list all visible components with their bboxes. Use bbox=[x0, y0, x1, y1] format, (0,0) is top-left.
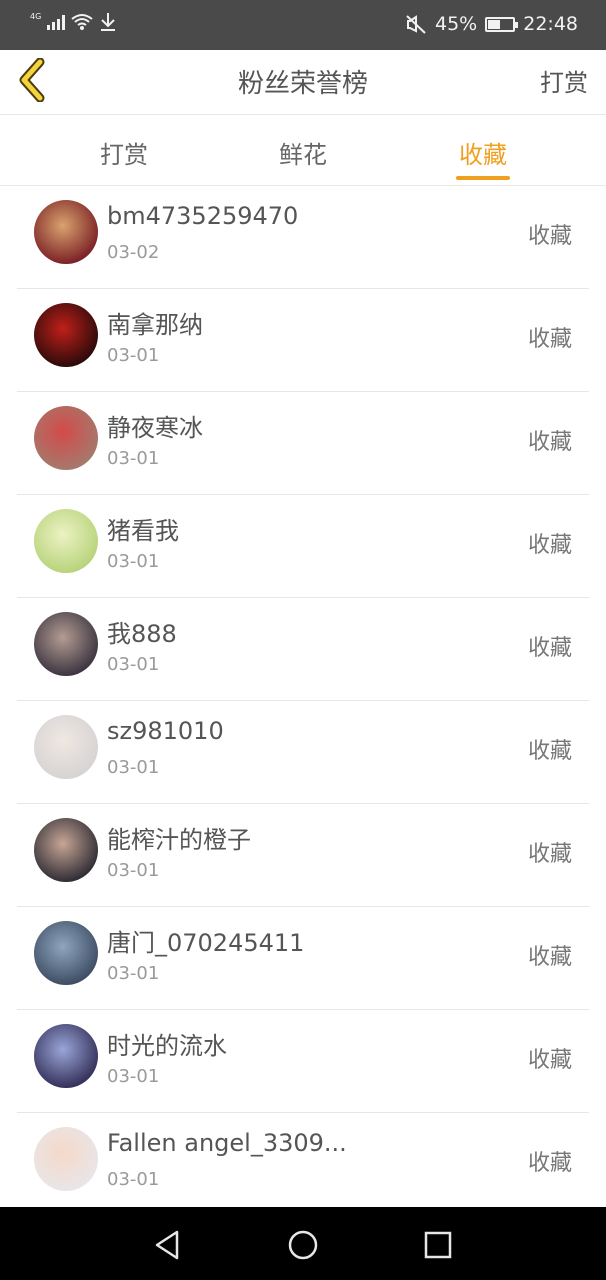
favorite-label: 收藏 bbox=[527, 224, 572, 249]
avatar bbox=[34, 612, 98, 676]
list-item[interactable]: 能榨汁的橙子 03-01 收藏 bbox=[17, 804, 589, 907]
header-bar: 粉丝荣誉榜 打赏 bbox=[0, 50, 606, 115]
list-item[interactable]: 猪看我 03-01 收藏 bbox=[17, 495, 589, 598]
user-name: sz981010 bbox=[107, 717, 224, 745]
page-title: 粉丝荣誉榜 bbox=[237, 69, 368, 99]
date: 03-01 bbox=[107, 757, 160, 778]
user-name: Fallen angel_3309... bbox=[107, 1129, 347, 1157]
tab-bar: 打赏 鲜花 收藏 bbox=[0, 115, 606, 186]
list-item[interactable]: 南拿那纳 03-01 收藏 bbox=[17, 289, 589, 392]
user-name: 唐门_070245411 bbox=[107, 929, 305, 957]
user-name: 我888 bbox=[107, 620, 177, 648]
date: 03-01 bbox=[107, 345, 160, 366]
date: 03-01 bbox=[107, 448, 160, 469]
list-item[interactable]: 时光的流水 03-01 收藏 bbox=[17, 1010, 589, 1113]
date: 03-02 bbox=[107, 242, 160, 263]
date: 03-01 bbox=[107, 860, 160, 881]
square-recents-icon bbox=[424, 1231, 452, 1259]
favorite-label: 收藏 bbox=[527, 636, 572, 661]
tab-reward[interactable]: 打赏 bbox=[64, 135, 184, 170]
fan-list: bm4735259470 03-02 收藏 南拿那纳 03-01 收藏 静夜寒冰… bbox=[0, 186, 606, 1215]
date: 03-01 bbox=[107, 1066, 160, 1087]
avatar bbox=[34, 200, 98, 264]
user-name: bm4735259470 bbox=[107, 202, 299, 230]
favorite-label: 收藏 bbox=[527, 533, 572, 558]
avatar bbox=[34, 406, 98, 470]
avatar bbox=[34, 715, 98, 779]
date: 03-01 bbox=[107, 963, 160, 984]
favorite-label: 收藏 bbox=[527, 1048, 572, 1073]
status-left: 4G bbox=[30, 12, 117, 32]
list-item[interactable]: 我888 03-01 收藏 bbox=[17, 598, 589, 701]
avatar bbox=[34, 1024, 98, 1088]
user-name: 能榨汁的橙子 bbox=[107, 826, 251, 854]
list-item[interactable]: 唐门_070245411 03-01 收藏 bbox=[17, 907, 589, 1010]
user-name: 静夜寒冰 bbox=[107, 414, 203, 442]
favorite-label: 收藏 bbox=[527, 430, 572, 455]
favorite-label: 收藏 bbox=[527, 1151, 572, 1176]
network-type: 4G bbox=[30, 11, 42, 21]
avatar bbox=[34, 818, 98, 882]
status-bar: 4G 45% 22:48 bbox=[0, 0, 606, 50]
battery-icon bbox=[485, 16, 519, 32]
list-item[interactable]: Fallen angel_3309... 03-01 收藏 bbox=[17, 1113, 589, 1215]
nav-home-button[interactable] bbox=[283, 1225, 323, 1265]
avatar bbox=[34, 303, 98, 367]
download-icon bbox=[101, 13, 116, 31]
nav-back-button[interactable] bbox=[148, 1225, 188, 1265]
status-right: 45% 22:48 bbox=[405, 13, 578, 35]
list-item[interactable]: sz981010 03-01 收藏 bbox=[17, 701, 589, 804]
favorite-label: 收藏 bbox=[527, 739, 572, 764]
active-tab-indicator bbox=[456, 176, 510, 180]
user-name: 南拿那纳 bbox=[107, 311, 203, 339]
avatar bbox=[34, 921, 98, 985]
tab-flowers[interactable]: 鲜花 bbox=[243, 135, 363, 170]
battery-percent: 45% bbox=[435, 13, 478, 35]
date: 03-01 bbox=[107, 654, 160, 675]
avatar bbox=[34, 509, 98, 573]
wifi-icon bbox=[71, 14, 93, 30]
user-name: 猪看我 bbox=[107, 517, 179, 545]
mute-icon bbox=[406, 15, 426, 34]
tab-favorites[interactable]: 收藏 bbox=[423, 135, 543, 170]
clock: 22:48 bbox=[523, 13, 578, 35]
circle-home-icon bbox=[288, 1230, 318, 1260]
list-item[interactable]: 静夜寒冰 03-01 收藏 bbox=[17, 392, 589, 495]
nav-recents-button[interactable] bbox=[418, 1225, 458, 1265]
favorite-label: 收藏 bbox=[527, 842, 572, 867]
system-navigation-bar bbox=[0, 1207, 606, 1280]
triangle-back-icon bbox=[155, 1230, 179, 1260]
cellular-signal-icon bbox=[47, 14, 66, 30]
list-item[interactable]: bm4735259470 03-02 收藏 bbox=[17, 186, 589, 289]
date: 03-01 bbox=[107, 551, 160, 572]
favorite-label: 收藏 bbox=[527, 945, 572, 970]
date: 03-01 bbox=[107, 1169, 160, 1190]
user-name: 时光的流水 bbox=[107, 1032, 227, 1060]
reward-button[interactable]: 打赏 bbox=[540, 63, 588, 98]
favorite-label: 收藏 bbox=[527, 327, 572, 352]
avatar bbox=[34, 1127, 98, 1191]
